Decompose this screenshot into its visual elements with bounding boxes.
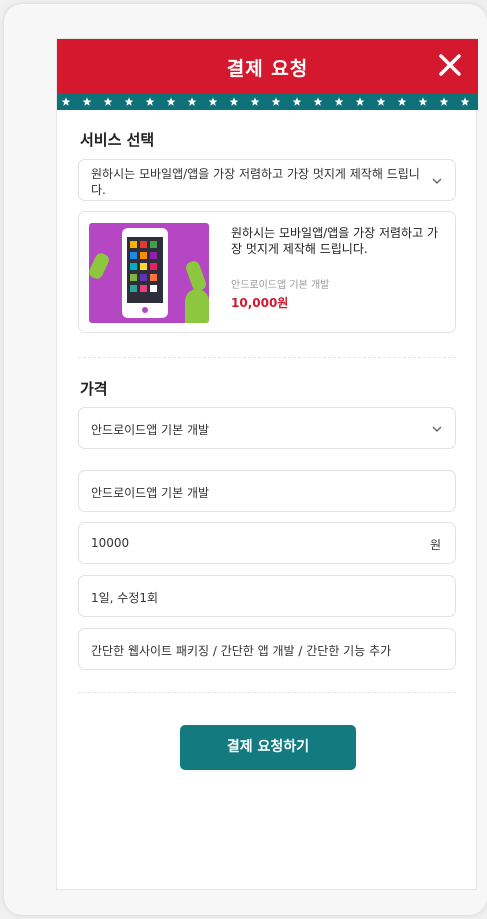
star-icon [187,97,197,106]
modal-header: 결제 요청 [57,39,478,93]
star-icon [145,97,155,106]
star-icon [313,97,323,106]
star-icon [460,97,470,106]
star-icon [376,97,386,106]
scope-field[interactable]: 간단한 웹사이트 패키징 / 간단한 앱 개발 / 간단한 기능 추가 [78,628,456,670]
star-pattern [61,97,470,106]
star-icon [334,97,344,106]
star-icon [271,97,281,106]
price-section-title: 가격 [80,380,108,398]
chevron-down-icon [432,426,442,432]
star-icon [208,97,218,106]
close-button[interactable] [434,49,466,81]
option-name-field[interactable]: 안드로이드앱 기본 개발 [78,470,456,512]
service-section-title: 서비스 선택 [80,131,155,149]
star-icon [124,97,134,106]
product-price: 10,000원 [231,296,289,310]
star-icon [250,97,260,106]
amount-unit: 원 [429,538,441,552]
star-icon [103,97,113,106]
close-icon [439,54,461,76]
modal-title: 결제 요청 [226,58,309,80]
star-icon [439,97,449,106]
service-select-value: 원하시는 모바일앱/앱을 가장 저렴하고 가장 멋지게 제작해 드립니다. [91,167,420,197]
service-select[interactable]: 원하시는 모바일앱/앱을 가장 저렴하고 가장 멋지게 제작해 드립니다. [78,159,456,201]
star-icon [82,97,92,106]
star-icon [229,97,239,106]
product-option-name: 안드로이드앱 기본 개발 [231,280,330,291]
amount-field[interactable]: 10000 원 [78,522,456,564]
star-icon [397,97,407,106]
option-name-value: 안드로이드앱 기본 개발 [91,486,210,500]
price-option-select[interactable]: 안드로이드앱 기본 개발 [78,407,456,449]
divider [78,357,456,358]
price-option-select-value: 안드로이드앱 기본 개발 [91,423,210,437]
android-app-image [89,223,209,323]
product-card[interactable]: 원하시는 모바일앱/앱을 가장 저렴하고 가장 멋지게 제작해 드립니다. 안드… [78,211,456,333]
star-icon [292,97,302,106]
period-value: 1일, 수정1회 [91,591,159,605]
period-field[interactable]: 1일, 수정1회 [78,575,456,617]
star-icon [418,97,428,106]
star-icon [61,97,71,106]
divider [78,692,456,693]
star-icon [355,97,365,106]
product-description: 원하시는 모바일앱/앱을 가장 저렴하고 가장 멋지게 제작해 드립니다. [231,226,438,256]
amount-value: 10000 [91,536,130,550]
payment-request-modal: 결제 요청 서비스 선택 원하시는 모바일앱/앱을 가장 저렴하고 가장 멋지게… [56,38,478,890]
outer-card: 결제 요청 서비스 선택 원하시는 모바일앱/앱을 가장 저렴하고 가장 멋지게… [4,4,487,915]
star-border-band [57,93,478,110]
chevron-down-icon [432,178,442,184]
star-icon [166,97,176,106]
scope-value: 간단한 웹사이트 패키징 / 간단한 앱 개발 / 간단한 기능 추가 [91,644,392,658]
submit-payment-request-button[interactable]: 결제 요청하기 [180,725,356,770]
